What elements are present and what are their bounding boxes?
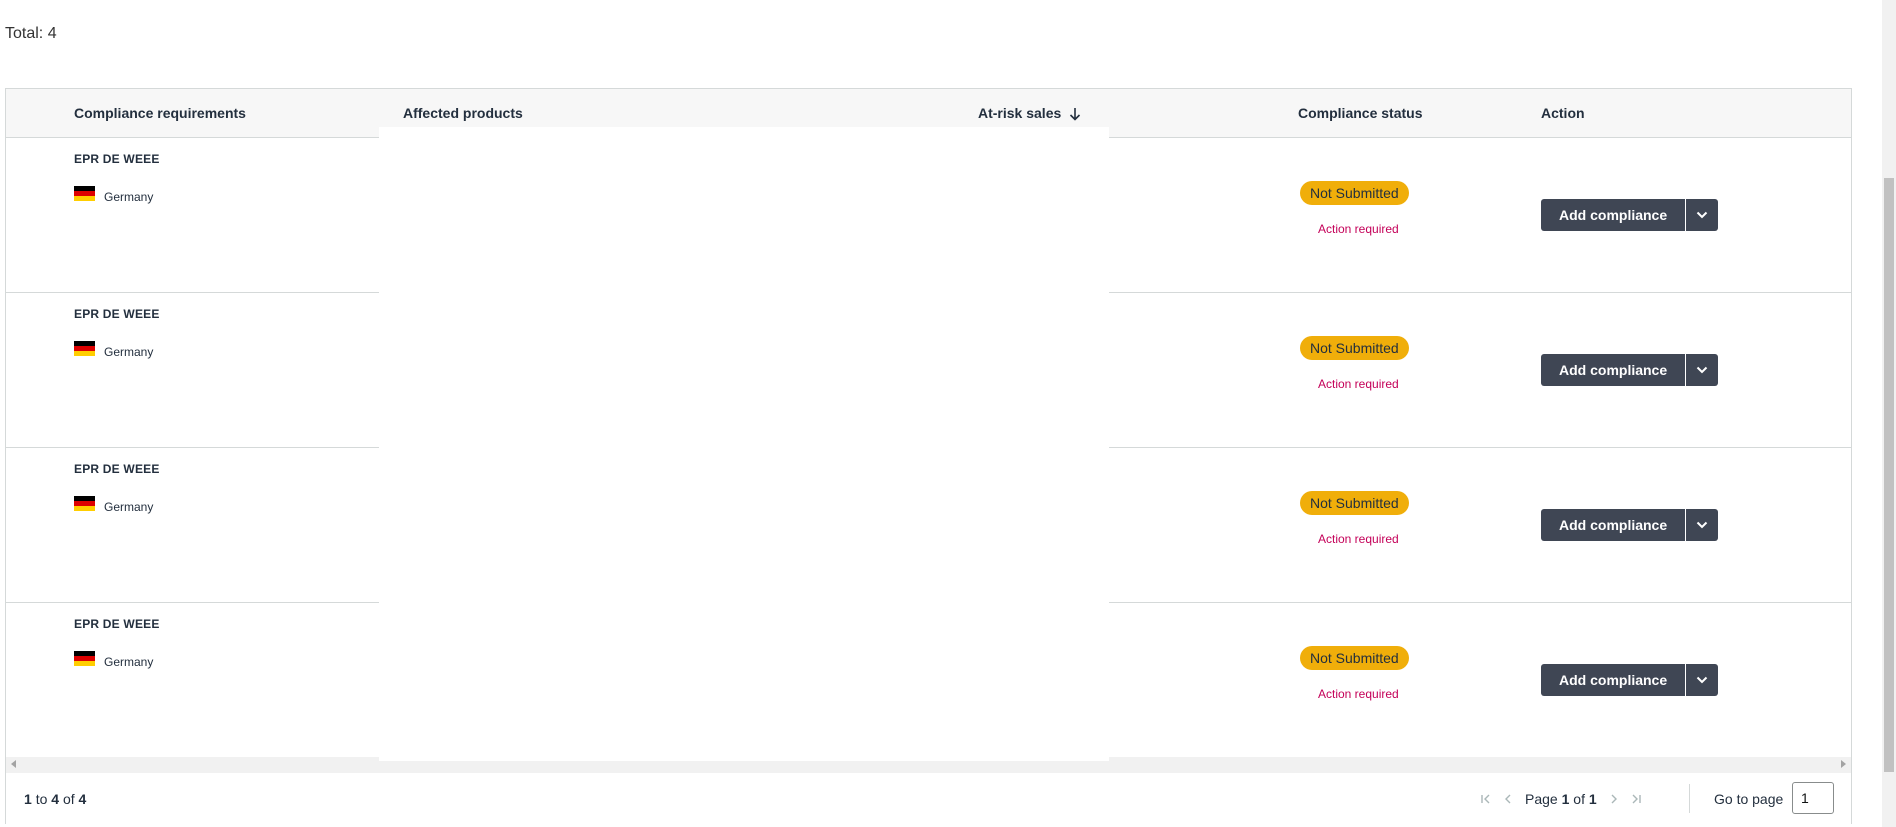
scroll-left-arrow-icon[interactable] [11,760,16,768]
status-badge: Not Submitted [1300,336,1409,360]
pagination-controls: Page 1 of 1 [1475,789,1647,809]
last-page-button[interactable] [1625,789,1647,809]
add-compliance-button[interactable]: Add compliance [1541,509,1686,541]
add-compliance-dropdown-button[interactable] [1686,354,1719,386]
add-compliance-dropdown-button[interactable] [1686,664,1719,696]
range-to: to [35,791,48,807]
requirement-title: EPR DE WEEE [74,617,160,631]
add-compliance-button[interactable]: Add compliance [1541,664,1686,696]
next-page-button[interactable] [1603,789,1625,809]
pagination-range: 1 to 4 of 4 [24,791,86,807]
chevron-down-icon [1696,211,1708,219]
add-compliance-dropdown-button[interactable] [1686,509,1719,541]
page-of: of [1573,791,1585,807]
page-current: 1 [1561,791,1570,807]
go-to-page-label: Go to page [1714,791,1784,807]
total-count: Total: 4 [5,25,57,42]
first-page-button[interactable] [1475,789,1497,809]
status-badge: Not Submitted [1300,646,1409,670]
germany-flag-icon [74,651,95,666]
action-required-text: Action required [1318,377,1399,391]
add-compliance-split-button: Add compliance [1541,509,1719,541]
add-compliance-dropdown-button[interactable] [1686,199,1719,231]
blank-overlay [379,127,1109,761]
previous-page-icon [1505,794,1511,804]
status-badge: Not Submitted [1300,181,1409,205]
first-page-icon [1481,794,1490,804]
country-label: Germany [104,655,154,669]
add-compliance-split-button: Add compliance [1541,354,1719,386]
chevron-down-icon [1696,366,1708,374]
scroll-right-arrow-icon[interactable] [1841,760,1846,768]
page-word: Page [1525,791,1558,807]
chevron-down-icon [1696,676,1708,684]
vertical-scrollbar-thumb[interactable] [1884,178,1894,772]
go-to-page-input[interactable] [1792,782,1834,814]
header-action: Action [1541,105,1585,121]
range-total: 4 [78,791,87,807]
last-page-icon [1632,794,1641,804]
sort-down-arrow-icon [1070,108,1081,121]
germany-flag-icon [74,496,95,511]
add-compliance-button[interactable]: Add compliance [1541,199,1686,231]
range-of: of [62,791,75,807]
country-label: Germany [104,500,154,514]
action-required-text: Action required [1318,532,1399,546]
country-label: Germany [104,190,154,204]
next-page-icon [1611,794,1617,804]
country-label: Germany [104,345,154,359]
add-compliance-split-button: Add compliance [1541,664,1719,696]
header-compliance-status: Compliance status [1298,105,1423,121]
previous-page-button[interactable] [1497,789,1519,809]
status-badge: Not Submitted [1300,491,1409,515]
range-start: 1 [24,791,32,807]
page-total: 1 [1588,791,1597,807]
table-footer: 1 to 4 of 4 Page 1 of 1 Go to page 1 [6,773,1851,824]
requirement-title: EPR DE WEEE [74,462,160,476]
add-compliance-split-button: Add compliance [1541,199,1719,231]
requirement-title: EPR DE WEEE [74,152,160,166]
header-compliance-requirements: Compliance requirements [74,105,246,121]
action-required-text: Action required [1318,687,1399,701]
germany-flag-icon [74,341,95,356]
page-indicator: Page 1 of 1 [1525,791,1597,807]
vertical-scrollbar[interactable] [1882,0,1896,827]
action-required-text: Action required [1318,222,1399,236]
add-compliance-button[interactable]: Add compliance [1541,354,1686,386]
chevron-down-icon [1696,521,1708,529]
germany-flag-icon [74,186,95,201]
header-at-risk-sales-label: At-risk sales [978,105,1062,121]
footer-divider [1689,784,1690,813]
range-end: 4 [51,791,60,807]
requirement-title: EPR DE WEEE [74,307,160,321]
